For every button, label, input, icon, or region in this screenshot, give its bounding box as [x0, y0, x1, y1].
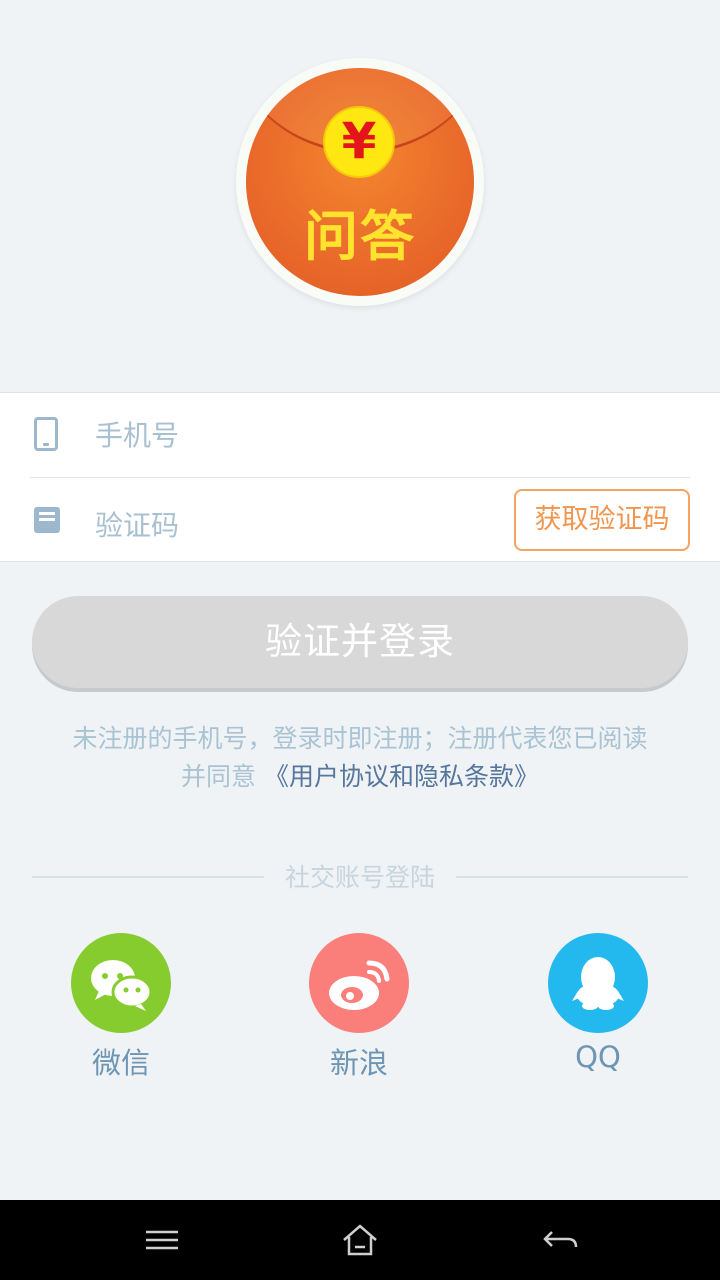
weibo-icon[interactable]: [309, 933, 409, 1033]
menu-glyph: [146, 1230, 178, 1250]
logo-text: 问答: [304, 205, 416, 268]
qq-label[interactable]: QQ: [518, 1040, 678, 1074]
wechat-glyph: [91, 960, 153, 1011]
verification-code-input[interactable]: [95, 503, 475, 547]
qq-icon[interactable]: [548, 933, 648, 1033]
get-code-button[interactable]: 获取验证码: [514, 489, 690, 551]
weibo-label[interactable]: 新浪: [279, 1040, 439, 1082]
agreement-line-2: 并同意 《用户协议和隐私条款》: [20, 758, 700, 796]
wechat-icon[interactable]: [71, 933, 171, 1033]
yuan-coin-icon: ¥: [323, 106, 395, 178]
agreement-prefix: 并同意: [181, 762, 257, 791]
back-glyph: [543, 1231, 578, 1248]
message-icon: [34, 507, 60, 533]
verify-login-button[interactable]: 验证并登录: [32, 596, 688, 688]
divider-line-left: [32, 876, 264, 878]
social-login-heading: 社交账号登陆: [284, 863, 435, 892]
app-logo: ¥ 问答: [236, 58, 484, 306]
phone-icon: [34, 417, 58, 451]
field-divider: [30, 477, 690, 478]
phone-input[interactable]: [95, 413, 495, 457]
back-icon[interactable]: [536, 1216, 584, 1264]
weibo-glyph: [329, 960, 390, 1010]
home-glyph: [343, 1224, 377, 1256]
agreement-text: 未注册的手机号，登录时即注册；注册代表您已阅读 并同意 《用户协议和隐私条款》: [20, 720, 700, 796]
menu-icon[interactable]: [138, 1216, 186, 1264]
agreement-line-1: 未注册的手机号，登录时即注册；注册代表您已阅读: [72, 724, 648, 753]
red-envelope-logo: ¥ 问答: [246, 68, 474, 296]
terms-link[interactable]: 《用户协议和隐私条款》: [264, 762, 539, 791]
system-nav-bar: [0, 1200, 720, 1280]
divider-line-right: [456, 876, 688, 878]
wechat-label[interactable]: 微信: [41, 1040, 201, 1082]
login-form: 获取验证码: [0, 392, 720, 562]
qq-penguin-glyph: [572, 957, 624, 1010]
home-icon[interactable]: [336, 1216, 384, 1264]
